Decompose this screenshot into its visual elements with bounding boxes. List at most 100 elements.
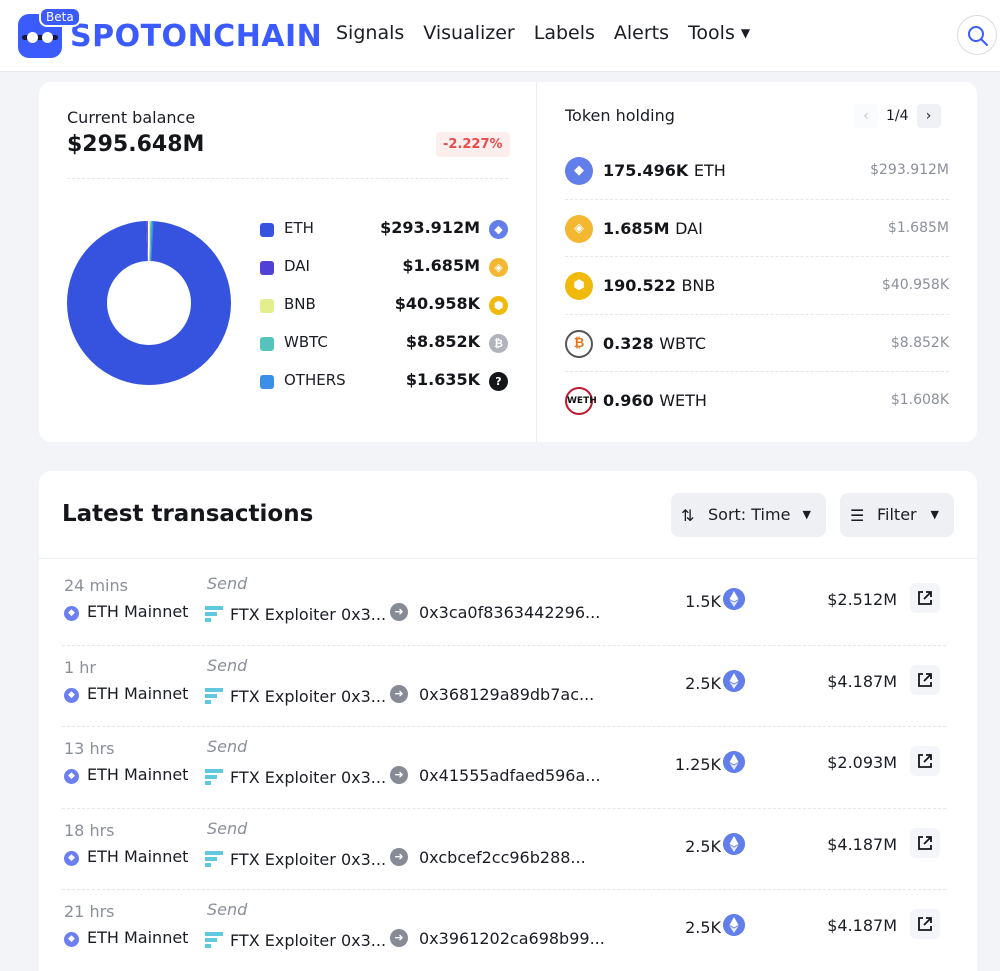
tx-time: 13 hrs: [64, 739, 115, 758]
token-symbol: WBTC: [659, 333, 706, 353]
tx-chain[interactable]: ◆ ETH Mainnet: [64, 928, 188, 949]
ftx-icon: [205, 850, 223, 867]
token-holding-row[interactable]: ₿ 0.328 WBTC $8.852K: [565, 315, 949, 372]
nav-visualizer[interactable]: Visualizer: [423, 22, 514, 44]
tx-from-label: FTX Exploiter 0x3...: [230, 931, 387, 950]
tx-from-label: FTX Exploiter 0x3...: [230, 768, 387, 787]
tx-from[interactable]: FTX Exploiter 0x3...: [205, 767, 386, 787]
balance-card: Current balance $295.648M -2.227% ETH $29…: [39, 82, 977, 442]
tx-usd-value: $2.093M: [827, 753, 897, 772]
nav-tools-label: Tools: [688, 22, 735, 44]
holding-pager: ‹ 1/4 ›: [854, 104, 941, 128]
caret-down-icon: ▼: [740, 26, 751, 40]
separator: [39, 558, 977, 559]
ethereum-chain-icon: ◆: [64, 769, 79, 784]
tx-chain[interactable]: ◆ ETH Mainnet: [64, 602, 188, 623]
tx-from[interactable]: FTX Exploiter 0x3...: [205, 686, 386, 706]
legend-item[interactable]: ETH $293.912M ◆: [260, 212, 510, 250]
legend-swatch: [260, 299, 274, 313]
transaction-row[interactable]: 18 hrs ◆ ETH Mainnet Send FTX Exploiter 0x3.…: [62, 809, 946, 890]
token-amount: 0.328 WBTC: [603, 334, 706, 353]
token-amount-value: 1.685M: [603, 218, 670, 238]
token-usd-value: $1.685M: [887, 219, 949, 236]
balance-change-badge: -2.227%: [436, 132, 510, 157]
ftx-icon: [205, 606, 223, 622]
caret-down-icon: ▼: [802, 508, 811, 521]
tx-from[interactable]: FTX Exploiter 0x3...: [205, 930, 386, 950]
token-holding-list: ◆ 175.496K ETH $293.912M ◈ 1.685M DAI $1.685M…: [565, 142, 949, 430]
prev-page-button[interactable]: ‹: [854, 104, 878, 128]
tx-type: Send: [207, 574, 248, 593]
tx-from[interactable]: FTX Exploiter 0x3...: [205, 849, 386, 869]
tx-time: 24 mins: [64, 576, 128, 595]
token-amount-value: 190.522: [603, 276, 676, 295]
ethereum-chain-icon: ◆: [64, 932, 79, 947]
open-external-button[interactable]: [910, 664, 940, 695]
legend-token-name: BNB: [284, 295, 316, 313]
legend-item[interactable]: BNB $40.958K ⬢: [260, 288, 510, 326]
transaction-row[interactable]: 13 hrs ◆ ETH Mainnet Send FTX Exploiter 0x3.…: [62, 727, 946, 809]
legend-item[interactable]: WBTC $8.852K ₿: [260, 326, 510, 364]
nav-alerts[interactable]: Alerts: [614, 22, 669, 44]
wbtc-icon: ₿: [565, 329, 593, 358]
tx-chain[interactable]: ◆ ETH Mainnet: [64, 765, 188, 786]
tx-chain-label: ETH Mainnet: [87, 602, 189, 621]
token-holding-row[interactable]: WETH 0.960 WETH $1.608K: [565, 372, 949, 430]
transaction-row[interactable]: 21 hrs ◆ ETH Mainnet Send FTX Exploiter 0x3.…: [62, 890, 946, 971]
next-page-button[interactable]: ›: [916, 104, 941, 128]
token-holding-row[interactable]: ◈ 1.685M DAI $1.685M: [565, 200, 949, 257]
main-nav: Signals Visualizer Labels Alerts Tools ▼: [336, 22, 769, 44]
tx-usd-value: $4.187M: [827, 916, 897, 935]
tx-to-address[interactable]: 0x368129a89db7ac...: [419, 685, 594, 704]
legend-item[interactable]: DAI $1.685M ◈: [260, 250, 510, 288]
tx-chain[interactable]: ◆ ETH Mainnet: [64, 684, 188, 705]
search-button[interactable]: [957, 15, 997, 55]
tx-chain-label: ETH Mainnet: [87, 928, 189, 947]
open-external-button[interactable]: [910, 827, 940, 858]
arrow-right-icon: ➜: [390, 766, 408, 784]
sort-button[interactable]: ⇅ Sort: Time ▼: [671, 493, 826, 537]
token-amount: 0.960 WETH: [603, 391, 707, 410]
legend-token-value: $8.852K: [405, 332, 480, 351]
legend-item[interactable]: OTHERS $1.635K?: [260, 364, 510, 402]
filter-label: Filter: [877, 505, 917, 524]
arrow-right-icon: ➜: [390, 603, 408, 621]
tx-from-label: FTX Exploiter 0x3...: [230, 605, 387, 624]
open-external-button[interactable]: [910, 746, 940, 776]
top-header: Beta SPOTONCHAIN Signals Visualizer Labe…: [0, 0, 1000, 72]
token-holding-row[interactable]: ◆ 175.496K ETH $293.912M: [565, 142, 949, 200]
nav-signals[interactable]: Signals: [336, 22, 404, 44]
token-holding-row[interactable]: ⬢ 190.522 BNB $40.958K: [565, 257, 949, 315]
tx-chain[interactable]: ◆ ETH Mainnet: [64, 847, 188, 868]
token-symbol: DAI: [675, 218, 703, 238]
beta-badge: Beta: [39, 7, 81, 27]
token-holding-label: Token holding: [565, 106, 675, 125]
transaction-row[interactable]: 1 hr ◆ ETH Mainnet Send FTX Exploiter 0x3...…: [62, 646, 946, 727]
tx-amount: 1.25K: [674, 755, 721, 774]
tx-from[interactable]: FTX Exploiter 0x3...: [205, 604, 386, 624]
balance-legend: ETH $293.912M ◆ DAI $1.685M ◈ BNB $40.958K ⬢ WBTC…: [260, 212, 510, 402]
nav-labels[interactable]: Labels: [534, 22, 595, 44]
transaction-row[interactable]: 24 mins ◆ ETH Mainnet Send FTX Exploiter 0x3…: [62, 564, 946, 646]
external-link-icon: [918, 672, 932, 687]
tx-to-address[interactable]: 0x3ca0f8363442296...: [419, 603, 600, 622]
legend-token-name: WBTC: [284, 333, 328, 351]
filter-button[interactable]: ☰ Filter ▼: [840, 493, 954, 537]
separator: [67, 178, 508, 179]
tx-to-address[interactable]: 0x3961202ca698b99...: [419, 929, 605, 948]
open-external-button[interactable]: [910, 909, 940, 939]
tx-type: Send: [207, 655, 248, 675]
tx-time: 18 hrs: [64, 820, 115, 840]
bnb-icon: ⬢: [489, 296, 508, 315]
token-usd-value: $1.608K: [890, 392, 949, 408]
brand-logo[interactable]: Beta SPOTONCHAIN: [18, 7, 322, 58]
tx-to-address[interactable]: 0xcbcef2cc96b288...: [419, 848, 586, 867]
tx-from-label: FTX Exploiter 0x3...: [230, 686, 387, 706]
legend-token-name: ETH: [284, 219, 314, 237]
tx-to-address[interactable]: 0x41555adfaed596a...: [419, 766, 601, 785]
nav-tools[interactable]: Tools ▼: [688, 22, 750, 44]
legend-token-value: $1.685M: [402, 256, 480, 275]
open-external-button[interactable]: [910, 583, 940, 613]
token-amount: 1.685M DAI: [603, 219, 703, 238]
legend-token-value: $1.635K: [405, 370, 480, 389]
